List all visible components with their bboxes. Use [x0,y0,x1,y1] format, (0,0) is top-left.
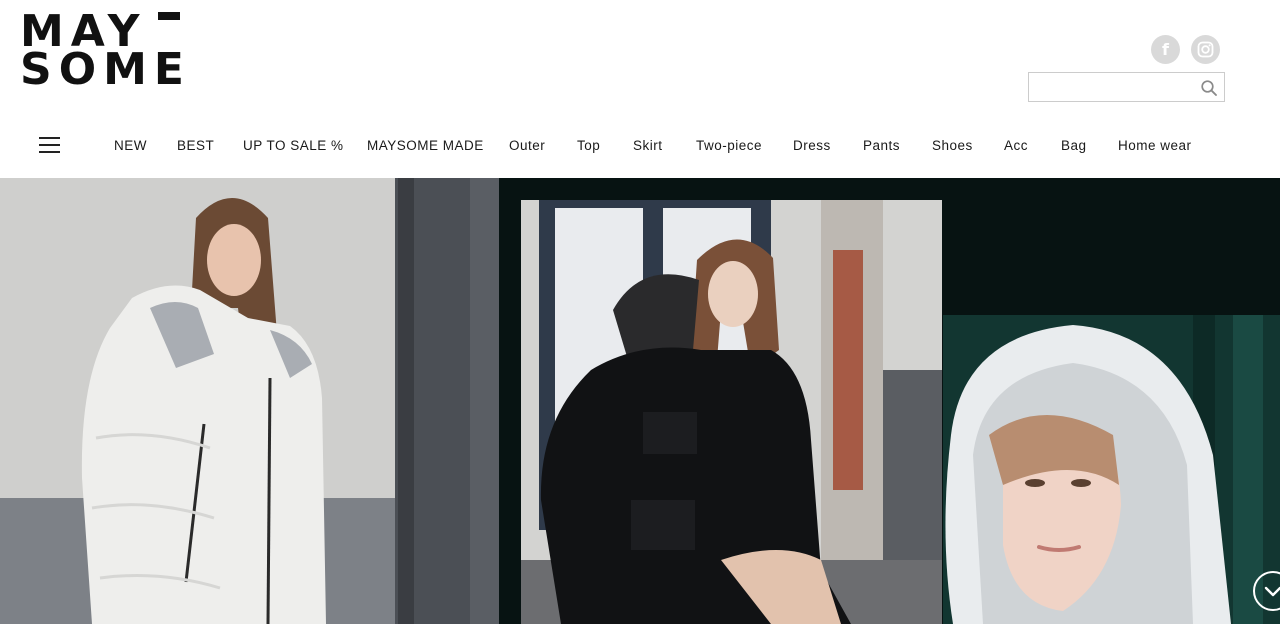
nav-item-up-to-sale[interactable]: UP TO SALE % [243,136,344,156]
site-header: MAY SOME f NEW BEST UP TO SALE % MAYSOME… [0,0,1280,178]
nav-item-shoes[interactable]: Shoes [932,136,973,156]
nav-item-acc[interactable]: Acc [1004,136,1028,156]
maysome-logo[interactable]: MAY SOME [20,8,185,92]
search-box [1028,72,1225,102]
nav-item-outer[interactable]: Outer [509,136,545,156]
nav-item-top[interactable]: Top [577,136,600,156]
fur-hood-image [943,315,1280,624]
instagram-glyph [1197,41,1214,58]
instagram-icon[interactable] [1191,35,1220,64]
nav-item-bag[interactable]: Bag [1061,136,1087,156]
hero-photo-white-puffer [0,178,499,624]
hamburger-bar [39,144,60,146]
hamburger-icon[interactable] [39,137,60,154]
facebook-icon[interactable]: f [1151,35,1180,64]
facebook-glyph: f [1162,39,1169,59]
hamburger-bar [39,137,60,139]
nav-item-skirt[interactable]: Skirt [633,136,663,156]
hero-photo-fur-hood [943,315,1280,624]
white-puffer-image [0,178,499,624]
hero-photo-black-parka [521,200,942,624]
logo-line-2: SOME [20,44,191,95]
hamburger-bar [39,151,60,153]
nav-item-dress[interactable]: Dress [793,136,831,156]
black-parka-image [521,200,942,624]
nav-item-best[interactable]: BEST [177,136,214,156]
chevron-down-glyph [1264,586,1280,597]
nav-item-home-wear[interactable]: Home wear [1118,136,1192,156]
nav-item-maysome-made[interactable]: MAYSOME MADE [367,136,484,156]
hero-banner[interactable] [0,178,1280,624]
logo-dash [158,12,180,20]
search-icon[interactable] [1200,79,1218,97]
search-input[interactable] [1029,73,1195,101]
nav-item-pants[interactable]: Pants [863,136,900,156]
chevron-down-icon[interactable] [1253,571,1280,611]
nav-item-two-piece[interactable]: Two-piece [696,136,762,156]
nav-item-new[interactable]: NEW [114,136,147,156]
